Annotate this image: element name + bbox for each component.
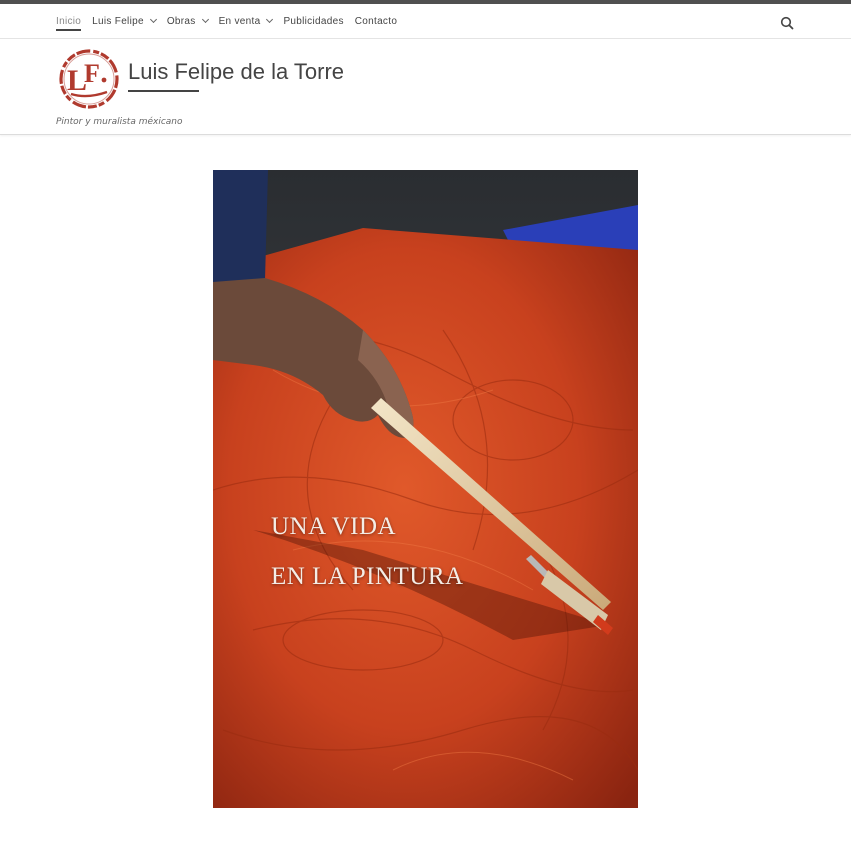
svg-text:F: F — [84, 59, 100, 88]
hero-text-line-2: EN LA PINTURA — [271, 563, 464, 590]
hero-image: UNA VIDA EN LA PINTURA — [213, 170, 638, 808]
nav-item-luis-felipe[interactable]: Luis Felipe — [92, 4, 157, 38]
chevron-down-icon — [266, 15, 274, 24]
nav-item-en-venta[interactable]: En venta — [218, 4, 274, 38]
nav-item-label: Inicio — [56, 15, 82, 27]
search-icon[interactable] — [779, 15, 795, 31]
hero-text-line-1: UNA VIDA — [271, 513, 397, 540]
main-navbar: Inicio Luis Felipe Obras En venta Public… — [0, 4, 851, 39]
chevron-down-icon — [149, 15, 157, 24]
site-title[interactable]: Luis Felipe de la Torre — [128, 59, 344, 85]
site-logo[interactable]: L F — [57, 46, 121, 112]
nav-item-label: En venta — [218, 15, 261, 27]
nav-item-label: Obras — [166, 15, 196, 27]
site-header: L F Luis Felipe de la Torre Pintor y mur… — [0, 39, 851, 135]
nav-item-label: Luis Felipe — [92, 15, 144, 27]
nav-item-label: Publicidades — [283, 15, 344, 27]
hero-painting-photo — [213, 170, 638, 808]
nav-item-contacto[interactable]: Contacto — [355, 4, 397, 38]
nav-item-inicio[interactable]: Inicio — [56, 4, 82, 38]
site-tagline: Pintor y muralista méxicano — [56, 117, 183, 127]
title-underline — [128, 90, 199, 92]
nav-item-obras[interactable]: Obras — [166, 4, 209, 38]
nav-menu: Inicio Luis Felipe Obras En venta Public… — [56, 4, 397, 38]
chevron-down-icon — [201, 15, 209, 24]
nav-item-publicidades[interactable]: Publicidades — [283, 4, 343, 38]
nav-item-label: Contacto — [354, 15, 398, 27]
